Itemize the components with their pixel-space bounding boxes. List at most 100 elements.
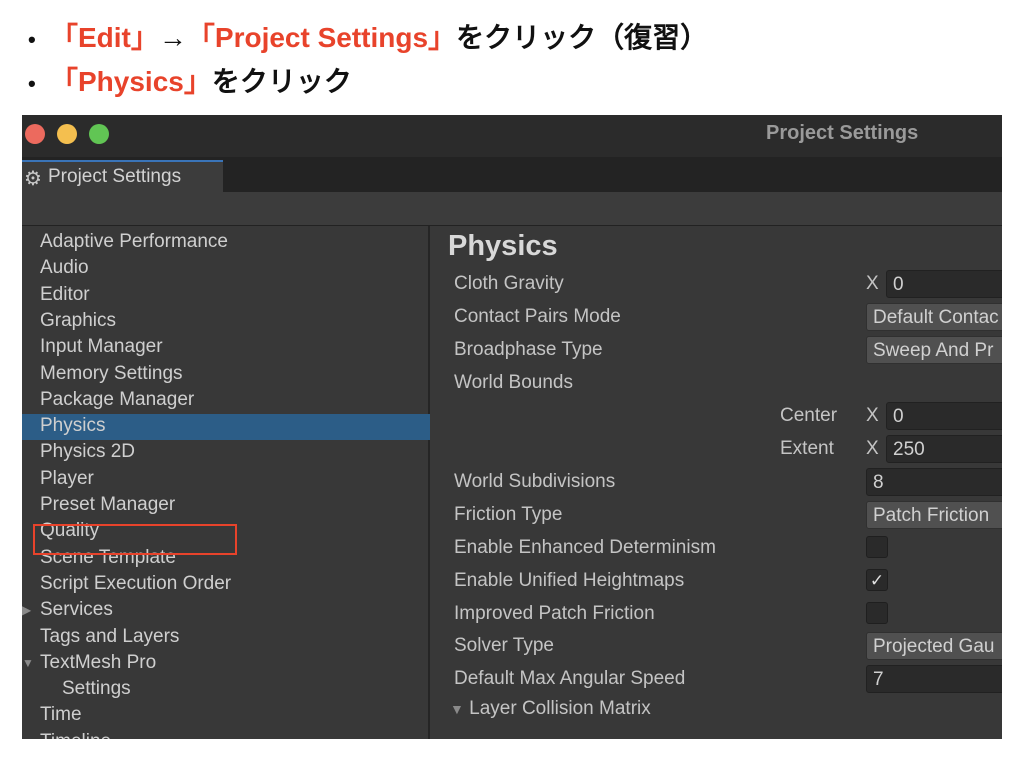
center-x-input[interactable]: 0	[886, 402, 1002, 430]
sidebar-item-textmesh-pro[interactable]: ▼ TextMesh Pro	[22, 651, 430, 677]
cloth-gravity-row: Cloth Gravity X 0	[454, 270, 1002, 300]
contact-pairs-row: Contact Pairs Mode Default Contac	[454, 303, 1002, 333]
enhanced-determinism-checkbox[interactable]	[866, 536, 888, 558]
solver-type-row: Solver Type Projected Gau	[454, 632, 1002, 662]
triangle-right-icon[interactable]: ▶	[22, 603, 31, 617]
sidebar-item-label: Memory Settings	[40, 362, 183, 384]
tab-project-settings[interactable]: ⚙ Project Settings	[22, 160, 223, 192]
bullet: •	[28, 71, 36, 96]
sidebar-item-physics-2d[interactable]: Physics 2D	[22, 440, 430, 466]
gear-icon: ⚙	[24, 168, 42, 190]
sidebar-item-label: Player	[40, 467, 94, 489]
field-label: Broadphase Type	[454, 339, 603, 360]
instruction-2: • 「Physics」をクリック	[28, 60, 352, 100]
tab-label: Project Settings	[48, 166, 182, 187]
window-title: Project Settings	[766, 122, 919, 144]
sidebar-item-timeline[interactable]: Timeline	[22, 730, 430, 739]
field-label: Friction Type	[454, 504, 563, 525]
sidebar-item-label: Script Execution Order	[40, 572, 232, 594]
solver-type-dropdown[interactable]: Projected Gau	[866, 632, 1002, 660]
field-label: World Bounds	[454, 372, 573, 393]
physics-panel: Physics Cloth Gravity X 0 Contact Pairs Mo…	[432, 226, 1002, 739]
field-label: Extent	[780, 438, 834, 459]
zoom-button[interactable]	[89, 124, 109, 144]
bullet: •	[28, 27, 36, 52]
sidebar-item-label: Tags and Layers	[40, 625, 180, 647]
extent-x-input[interactable]: 250	[886, 435, 1002, 463]
axis-label: X	[866, 273, 879, 294]
field-label: Improved Patch Friction	[454, 603, 655, 624]
instruction-text: をクリック	[211, 66, 352, 97]
contact-pairs-dropdown[interactable]: Default Contac	[866, 303, 1002, 331]
improved-patch-row: Improved Patch Friction	[454, 600, 1002, 630]
sidebar-item-script-execution-order[interactable]: Script Execution Order	[22, 572, 430, 598]
title-bar: Project Settings	[22, 115, 1002, 157]
sidebar-item-tags-and-layers[interactable]: Tags and Layers	[22, 625, 430, 651]
sidebar-item-label: Audio	[40, 257, 89, 279]
project-settings-window: Project Settings ⚙ Project Settings Adap…	[22, 115, 1002, 739]
layer-collision-matrix-foldout[interactable]: ▼ Layer Collision Matrix	[450, 698, 1002, 728]
tab-bar: ⚙ Project Settings	[22, 157, 1002, 192]
max-angular-input[interactable]: 7	[866, 665, 1002, 693]
sidebar-item-label: Package Manager	[40, 388, 195, 410]
sidebar-item-label: Editor	[40, 283, 90, 305]
minimize-button[interactable]	[57, 124, 77, 144]
unified-heightmaps-checkbox[interactable]: ✓	[866, 569, 888, 591]
sidebar-item-services[interactable]: ▶ Services	[22, 598, 430, 624]
sidebar-item-physics[interactable]: Physics	[22, 414, 430, 441]
sidebar-item-label: Preset Manager	[40, 494, 176, 515]
sidebar-item-label: Settings	[62, 678, 131, 700]
field-label: Enable Enhanced Determinism	[454, 537, 716, 558]
sidebar-item-package-manager[interactable]: Package Manager	[22, 388, 430, 414]
friction-type-dropdown[interactable]: Patch Friction	[866, 501, 1002, 529]
sidebar-item-label: TextMesh Pro	[40, 651, 157, 673]
sidebar-item-settings[interactable]: Settings	[22, 677, 430, 703]
world-bounds-row: World Bounds	[454, 369, 1002, 399]
sidebar-item-audio[interactable]: Audio	[22, 256, 430, 282]
field-label: Solver Type	[454, 635, 554, 656]
extent-row: Extent X 250	[454, 435, 1002, 465]
broadphase-row: Broadphase Type Sweep And Pr	[454, 336, 1002, 366]
world-subdivisions-input[interactable]: 8	[866, 468, 1002, 496]
sidebar-item-graphics[interactable]: Graphics	[22, 309, 430, 335]
sidebar-item-time[interactable]: Time	[22, 703, 430, 729]
field-label: World Subdivisions	[454, 471, 616, 492]
enhanced-determinism-row: Enable Enhanced Determinism	[454, 534, 1002, 564]
field-label: Default Max Angular Speed	[454, 668, 686, 689]
settings-sidebar: Adaptive Performance Audio Editor Graphics I…	[22, 226, 430, 739]
sidebar-item-label: Timeline	[40, 731, 111, 739]
toolbar	[22, 192, 1002, 226]
foldout-label: Layer Collision Matrix	[469, 698, 651, 719]
sidebar-item-player[interactable]: Player	[22, 467, 430, 493]
sidebar-item-label: Physics 2D	[40, 441, 136, 463]
instruction-1: • 「Edit」→「Project Settings」をクリック（復習）	[28, 16, 708, 56]
axis-label: X	[866, 405, 879, 426]
sidebar-item-adaptive-performance[interactable]: Adaptive Performance	[22, 230, 430, 256]
cloth-gravity-x-input[interactable]: 0	[886, 270, 1002, 298]
field-label: Contact Pairs Mode	[454, 306, 621, 327]
close-button[interactable]	[25, 124, 45, 144]
triangle-down-icon[interactable]: ▼	[22, 656, 34, 670]
sidebar-item-label: Services	[40, 599, 113, 621]
friction-type-row: Friction Type Patch Friction	[454, 501, 1002, 531]
sidebar-item-input-manager[interactable]: Input Manager	[22, 335, 430, 361]
sidebar-item-editor[interactable]: Editor	[22, 283, 430, 309]
instruction-text: →	[158, 22, 187, 53]
sidebar-item-preset-manager[interactable]: Preset Manager	[22, 493, 430, 519]
improved-patch-checkbox[interactable]	[866, 602, 888, 624]
page-title: Physics	[448, 230, 558, 262]
max-angular-row: Default Max Angular Speed 7	[454, 665, 1002, 695]
sidebar-item-memory-settings[interactable]: Memory Settings	[22, 362, 430, 388]
instruction-text: 「Project Settings」	[186, 22, 457, 53]
field-label: Enable Unified Heightmaps	[454, 570, 685, 591]
sidebar-item-label: Input Manager	[40, 336, 163, 358]
instruction-text: 「Physics」	[50, 66, 212, 97]
instruction-text: 「Edit」	[50, 22, 159, 53]
world-subdivisions-row: World Subdivisions 8	[454, 468, 1002, 498]
sidebar-item-label: Graphics	[40, 309, 117, 331]
broadphase-dropdown[interactable]: Sweep And Pr	[866, 336, 1002, 364]
triangle-down-icon: ▼	[450, 701, 464, 717]
instruction-text: をクリック（復習）	[456, 22, 709, 53]
sidebar-item-label: Time	[40, 704, 82, 726]
field-label: Cloth Gravity	[454, 273, 564, 294]
